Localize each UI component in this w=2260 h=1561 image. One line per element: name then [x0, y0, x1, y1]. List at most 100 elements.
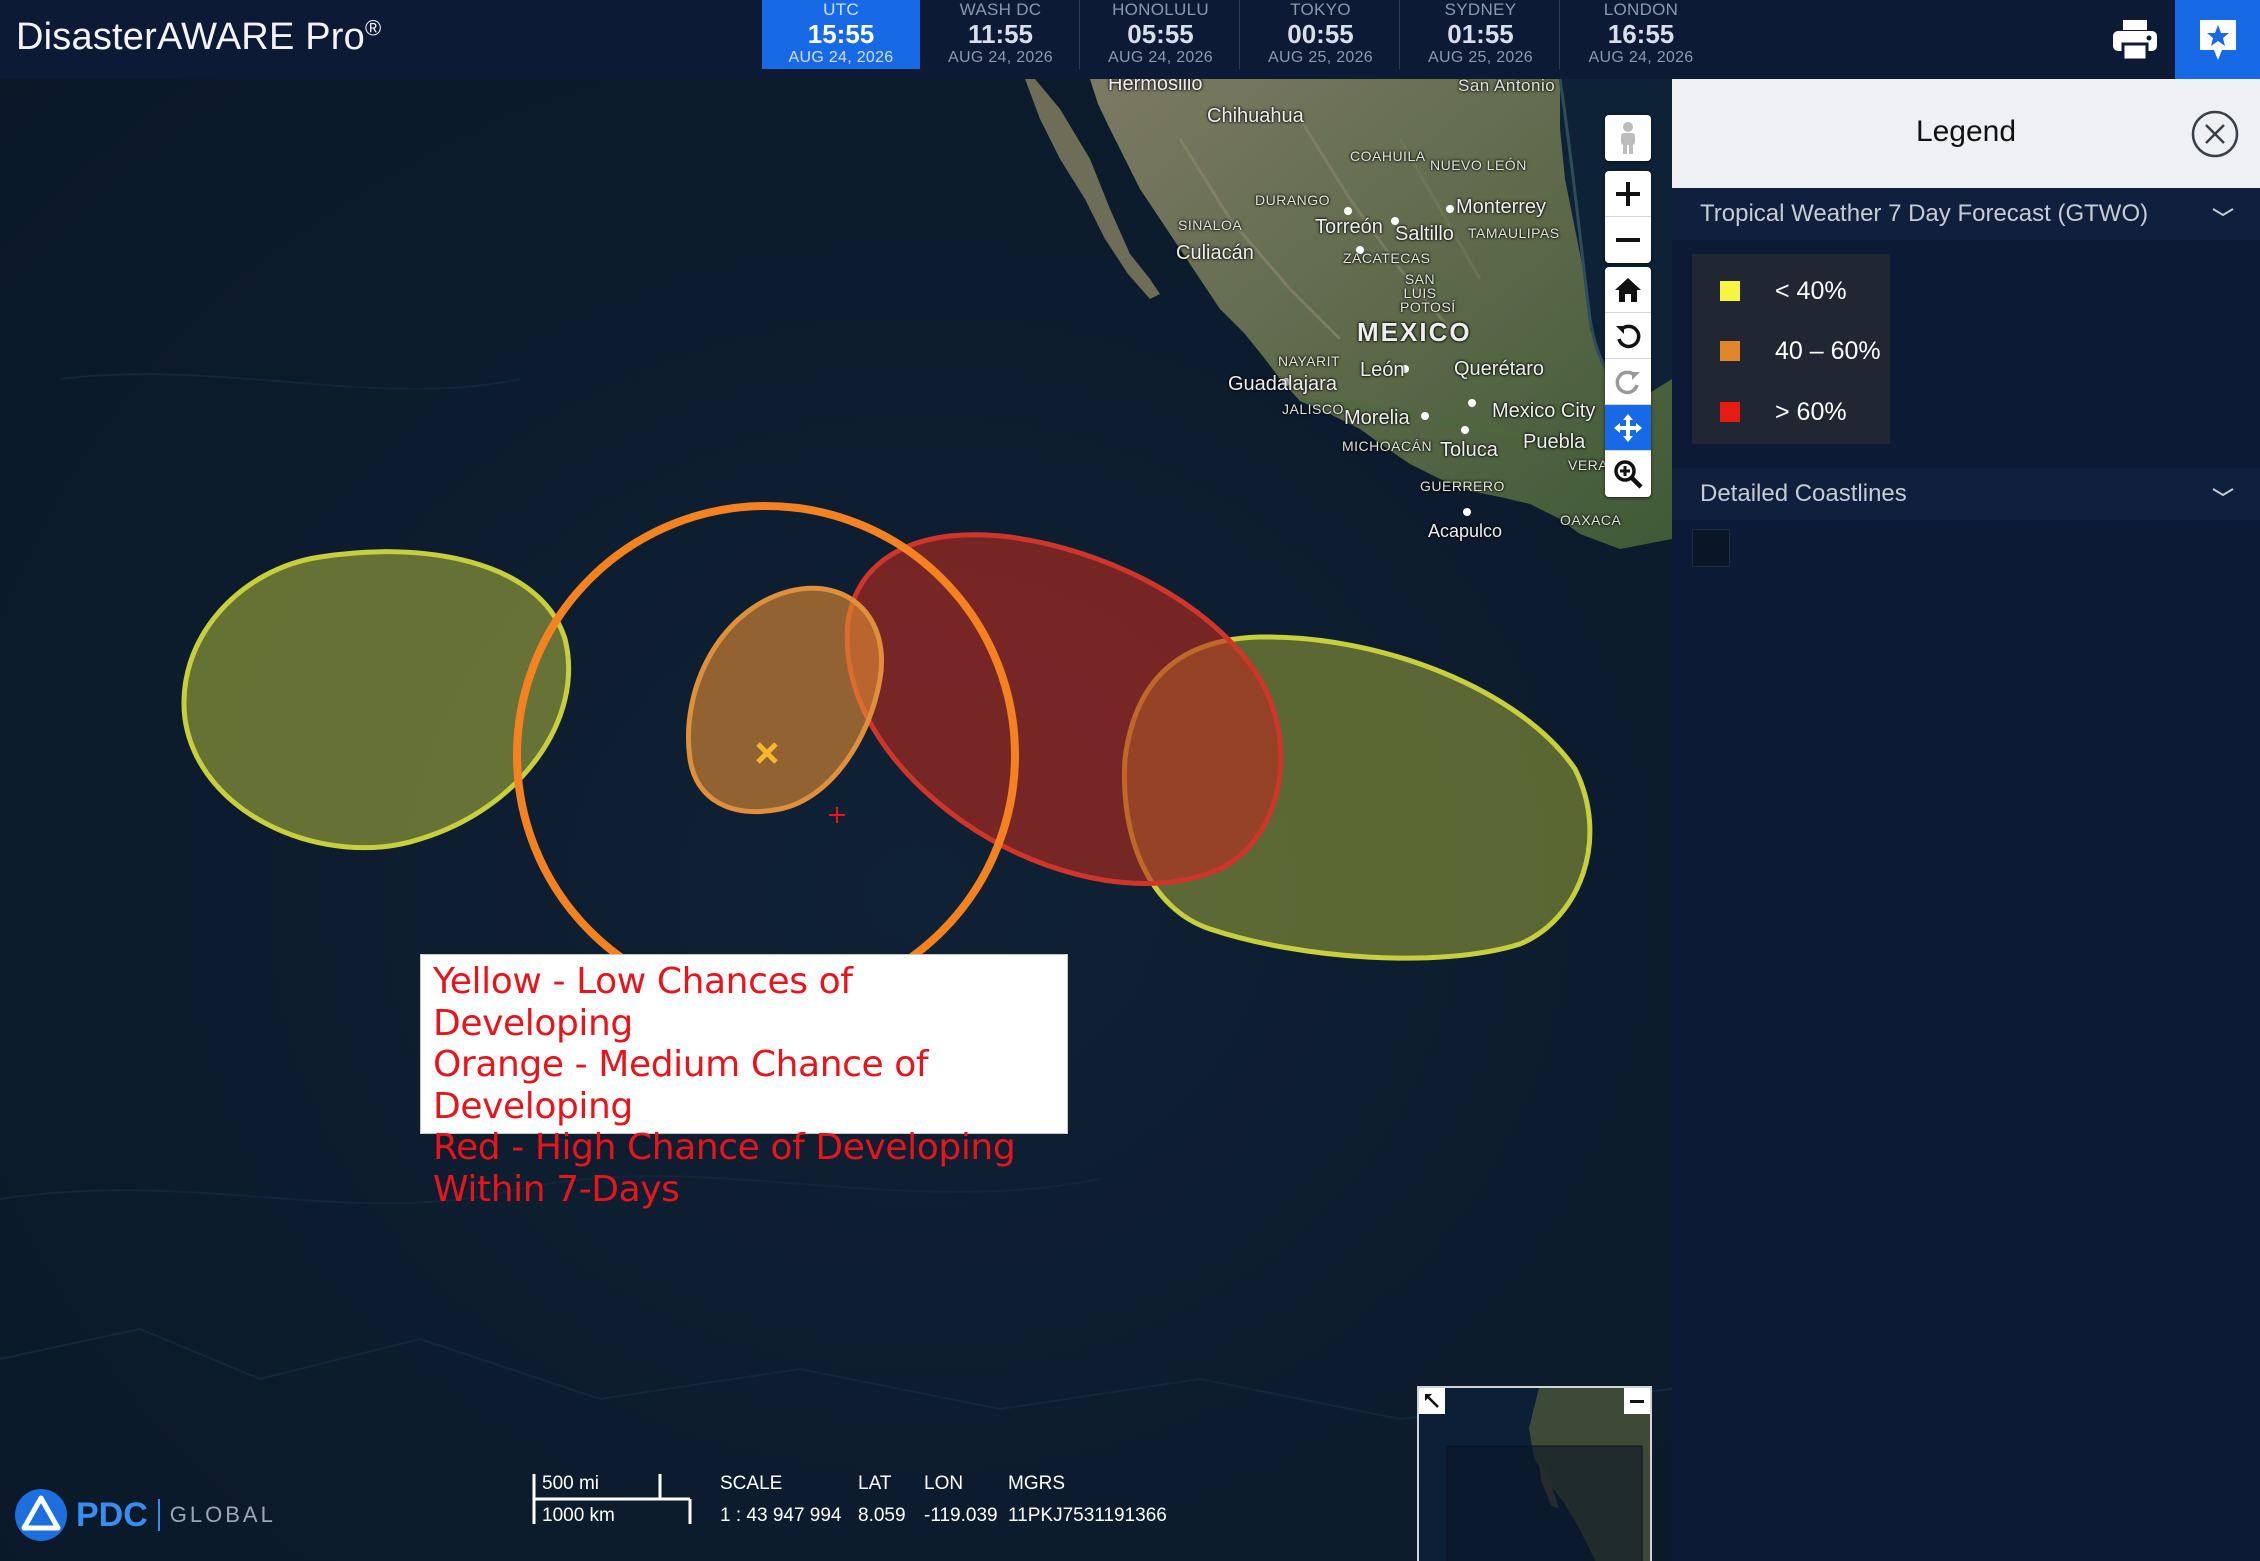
app-root: DisasterAWARE Pro® UTC 15:55 AUG 24, 202…	[0, 0, 2260, 1561]
overview-map[interactable]	[1417, 1386, 1652, 1561]
scale-value: 1 : 43 947 994	[720, 1505, 842, 1526]
place-mexico: MEXICO	[1357, 317, 1472, 347]
clock-tokyo[interactable]: TOKYO 00:55 AUG 25, 2026	[1242, 0, 1400, 69]
lat-value: 8.059	[858, 1505, 906, 1526]
pan-move-icon	[1614, 413, 1642, 442]
zoom-in-icon	[1616, 181, 1640, 206]
navigation-controls	[1605, 267, 1651, 497]
close-icon	[2191, 110, 2239, 158]
coastlines-swatch	[1692, 529, 1730, 567]
place-guerrero: GUERRERO	[1420, 478, 1505, 494]
forecast-annotation: Yellow - Low Chances of Developing Orang…	[420, 954, 1068, 1210]
print-button[interactable]	[2100, 0, 2170, 79]
rotate-left-button[interactable]	[1605, 313, 1651, 359]
zoom-controls	[1605, 171, 1651, 263]
place-hermosillo: Hermosillo	[1108, 79, 1203, 95]
pdc-global-logo: PDC GLOBAL	[14, 1488, 276, 1542]
place-culiacan: Culiacán	[1176, 242, 1254, 264]
place-torreon: Torreón	[1315, 216, 1383, 238]
zoom-box-icon	[1614, 460, 1643, 489]
bookmarks-button[interactable]	[2175, 0, 2260, 79]
app-title[interactable]: DisasterAWARE Pro®	[16, 16, 381, 59]
annotation-line-orange: Orange - Medium Chance of Developing	[433, 1044, 929, 1127]
legend-item-low: < 40%	[1720, 276, 1847, 306]
mgrs-value: 11PKJ7531191366	[1008, 1505, 1167, 1526]
lon-label: LON	[924, 1473, 964, 1494]
scale-miles: 500 mi	[542, 1473, 600, 1494]
street-view-button[interactable]	[1605, 115, 1651, 161]
legend-title: Legend	[1915, 115, 2017, 148]
legend-close-button[interactable]	[2190, 109, 2240, 159]
clock-date: AUG 25, 2026	[1428, 49, 1533, 66]
overview-expand-button[interactable]	[1419, 1388, 1445, 1414]
pan-button[interactable]	[1605, 405, 1651, 451]
clock-time: 16:55	[1607, 19, 1675, 49]
place-tamaulipas: TAMAULIPAS	[1468, 225, 1560, 241]
legend-item-medium: 40 – 60%	[1720, 336, 1881, 366]
clock-city: HONOLULU	[1112, 0, 1209, 19]
lat-label: LAT	[858, 1473, 892, 1494]
legend-panel: Legend Tropical Weather 7 Day Forecast (…	[1672, 79, 2260, 1561]
place-zacatecas: ZACATECAS	[1343, 250, 1431, 266]
legend-label-high: > 60%	[1775, 397, 1847, 426]
swatch-high	[1720, 402, 1740, 422]
clock-wash-dc[interactable]: WASH DC 11:55 AUG 24, 2026	[922, 0, 1080, 69]
place-sinaloa: SINALOA	[1178, 217, 1243, 233]
place-nayarit: NAYARIT	[1278, 353, 1341, 369]
rotate-right-button[interactable]	[1605, 359, 1651, 405]
place-nuevo-leon: NUEVO LEÓN	[1430, 157, 1527, 173]
place-san-luis-potosi: SAN LUIS POTOSÍ	[1400, 271, 1456, 315]
swatch-low	[1720, 281, 1740, 301]
print-icon	[2113, 19, 2157, 61]
place-monterrey: Monterrey	[1456, 196, 1547, 218]
place-michoacan: MICHOACÁN	[1342, 438, 1433, 454]
section-title: Tropical Weather 7 Day Forecast (GTWO)	[1700, 200, 2149, 227]
star-bookmark-icon	[2199, 19, 2236, 60]
section-title: Detailed Coastlines	[1700, 480, 1907, 507]
clock-honolulu[interactable]: HONOLULU 05:55 AUG 24, 2026	[1082, 0, 1240, 69]
place-durango: DURANGO	[1255, 192, 1331, 208]
annotation-line-timeframe: Within 7-Days	[433, 1168, 680, 1210]
legend-section-gtwo[interactable]: Tropical Weather 7 Day Forecast (GTWO)	[1672, 188, 2260, 240]
legend-item-high: > 60%	[1720, 397, 1847, 427]
home-icon	[1615, 277, 1641, 302]
annotation-line-yellow: Yellow - Low Chances of Developing	[433, 961, 853, 1044]
scale-label: SCALE	[720, 1473, 783, 1494]
clock-time: 11:55	[967, 19, 1034, 49]
zoom-box-button[interactable]	[1605, 451, 1651, 497]
scale-kilometers: 1000 km	[542, 1505, 615, 1526]
legend-header: Legend	[1672, 79, 2260, 188]
clock-city: WASH DC	[959, 0, 1042, 19]
place-toluca: Toluca	[1440, 439, 1498, 461]
place-oaxaca: OAXACA	[1560, 512, 1622, 528]
clock-utc[interactable]: UTC 15:55 AUG 24, 2026	[762, 0, 920, 69]
annotation-line-red: Red - High Chance of Developing	[433, 1127, 1016, 1168]
expand-arrow-icon	[1425, 1394, 1439, 1408]
home-button[interactable]	[1605, 267, 1651, 313]
zoom-in-button[interactable]	[1605, 171, 1651, 217]
place-guadalajara: Guadalajara	[1228, 373, 1337, 395]
overview-map-image	[1419, 1388, 1650, 1561]
map-view[interactable]: Hermosillo Chihuahua San Antonio COAHUIL…	[0, 79, 1672, 1561]
rotate-left-icon	[1616, 324, 1641, 348]
logo-divider	[157, 1499, 160, 1531]
top-header: DisasterAWARE Pro® UTC 15:55 AUG 24, 202…	[0, 0, 2260, 79]
rotate-right-icon	[1615, 370, 1640, 394]
clock-time: 15:55	[807, 19, 875, 49]
minimize-icon	[1630, 1400, 1644, 1403]
clock-london[interactable]: LONDON 16:55 AUG 24, 2026	[1562, 0, 1720, 69]
place-jalisco: JALISCO	[1282, 401, 1344, 417]
legend-section-coastlines[interactable]: Detailed Coastlines	[1672, 468, 2260, 520]
lon-value: -119.039	[924, 1505, 998, 1526]
zoom-out-button[interactable]	[1605, 217, 1651, 263]
legend-swatches: < 40% 40 – 60% > 60%	[1692, 254, 1890, 444]
place-puebla: Puebla	[1523, 431, 1586, 453]
clock-city: TOKYO	[1290, 0, 1351, 19]
clock-city: LONDON	[1603, 0, 1679, 19]
clock-sydney[interactable]: SYDNEY 01:55 AUG 25, 2026	[1402, 0, 1560, 69]
overview-collapse-button[interactable]	[1624, 1388, 1650, 1414]
chevron-down-icon[interactable]	[2210, 482, 2236, 502]
street-view-control[interactable]	[1605, 115, 1651, 161]
place-coahuila: COAHUILA	[1350, 148, 1426, 164]
chevron-down-icon[interactable]	[2210, 202, 2236, 222]
